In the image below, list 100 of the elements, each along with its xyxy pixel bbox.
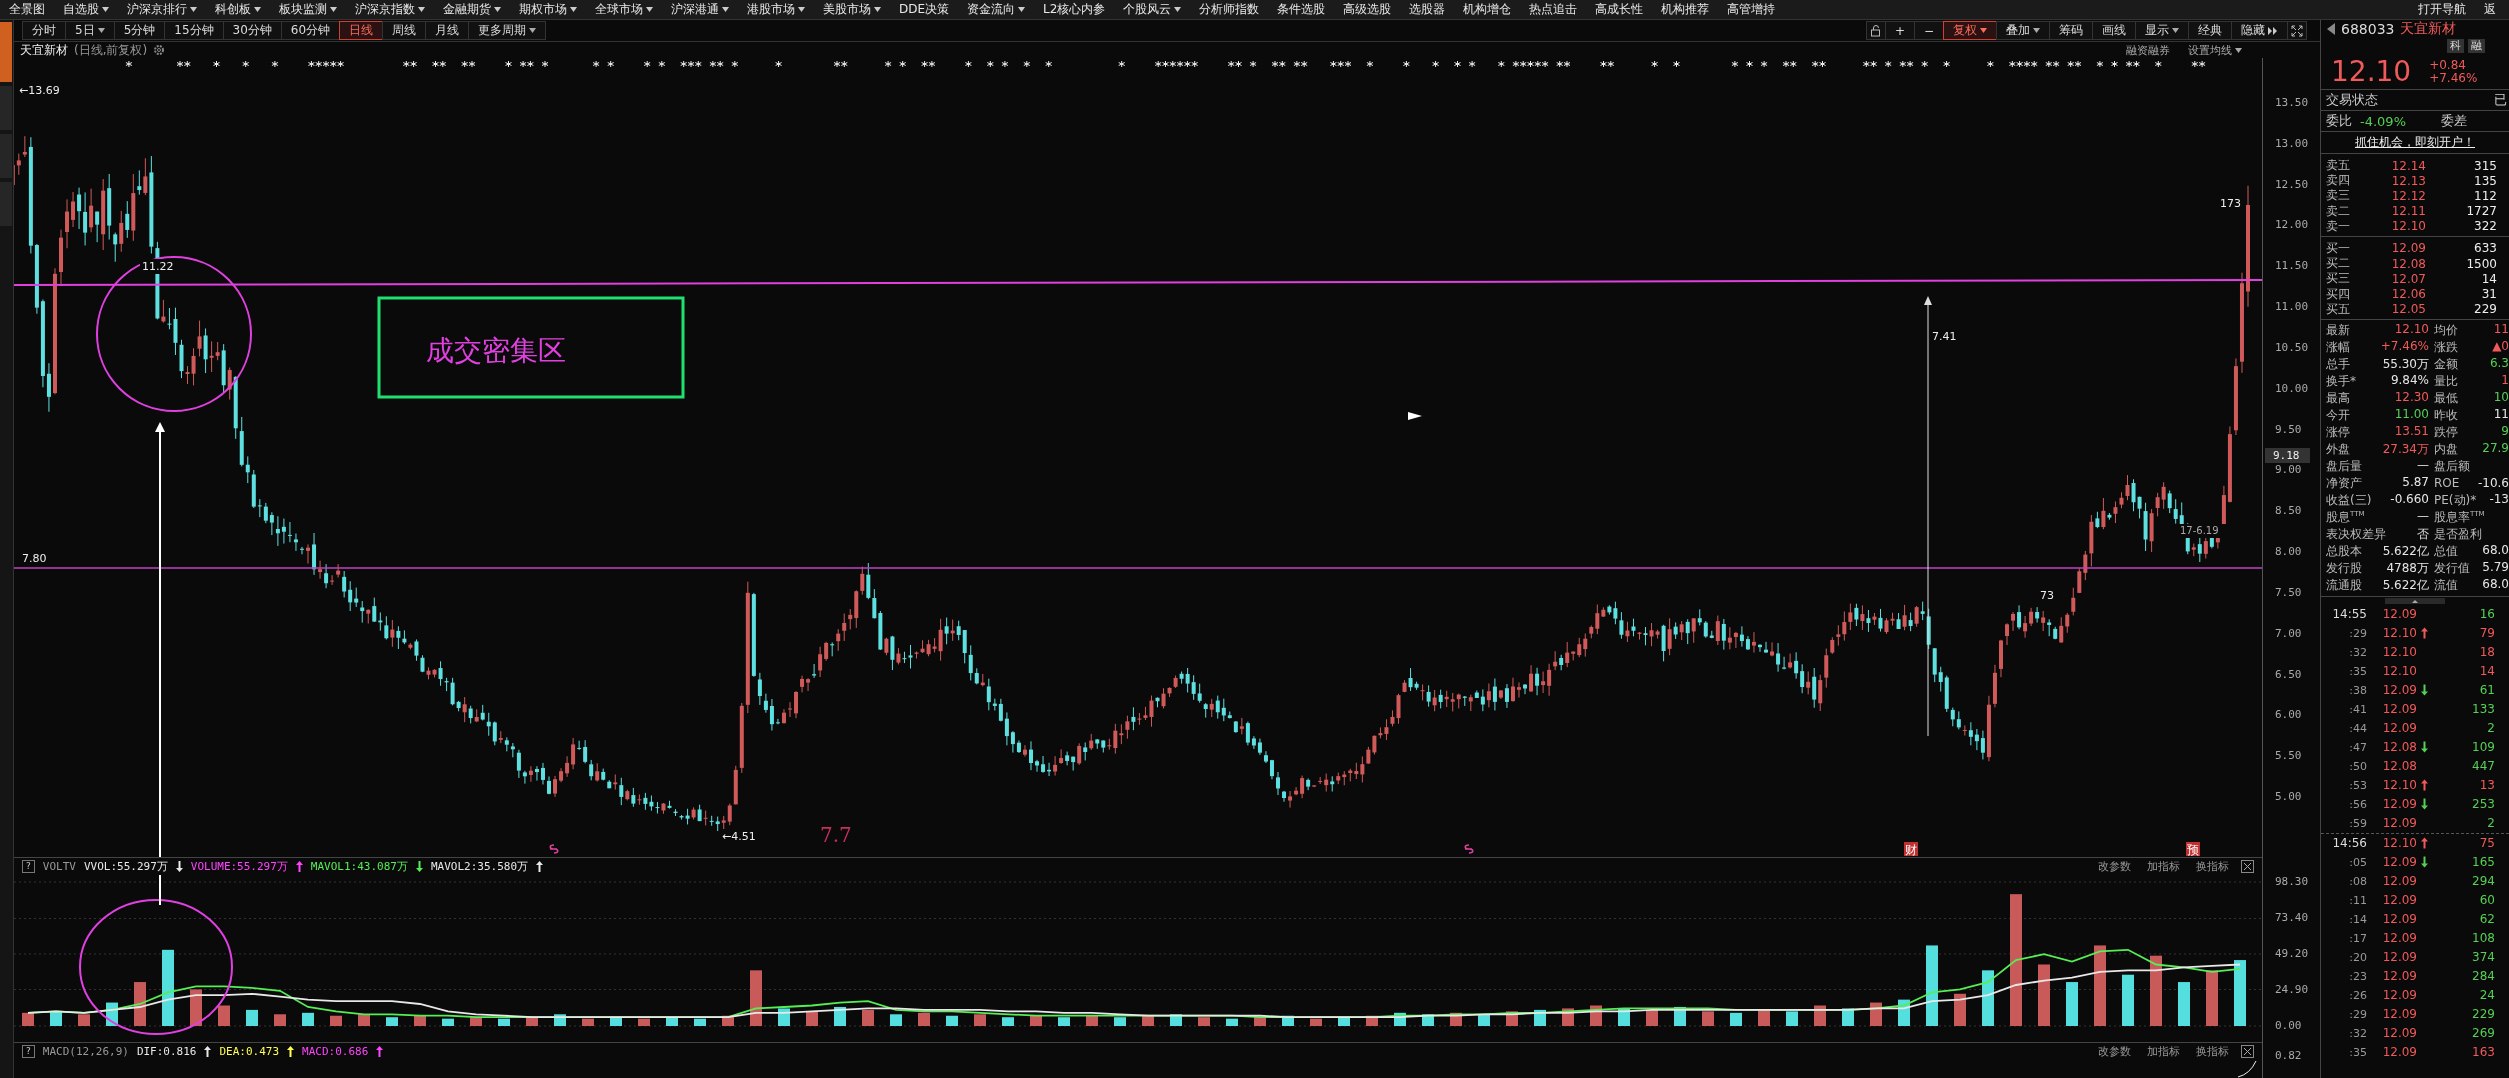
indicator-action[interactable]: 换指标 (2192, 1044, 2233, 1059)
menu-item[interactable]: DDE决策 (890, 0, 959, 19)
collapse-handle[interactable] (2385, 597, 2445, 604)
order-label: 卖一 (2326, 217, 2351, 235)
menu-item[interactable]: 高成长性 (1586, 0, 1653, 19)
tick-volume: 294 (2471, 874, 2495, 889)
menu-item[interactable]: 条件选股 (1268, 0, 1335, 19)
toolbar-button[interactable]: 画线 (2092, 21, 2136, 40)
period-tab[interactable]: 月线 (425, 21, 470, 40)
tick-volume: 269 (2471, 1026, 2495, 1041)
axis-label: 24.90 (2275, 982, 2309, 996)
stat-label: 总手 (2326, 355, 2350, 373)
menu-item[interactable]: 分析师指数 (1190, 0, 1269, 19)
menu-item[interactable]: 沪深京排行 (118, 0, 206, 19)
order-price: 12.08 (2390, 256, 2426, 271)
stat-label: 涨跌 (2434, 338, 2458, 356)
menu-item[interactable]: 港股市场 (738, 0, 814, 19)
menu-item[interactable]: 个股风云 (1114, 0, 1191, 19)
order-price: 12.12 (2390, 188, 2426, 203)
menu-item[interactable]: 科创板 (206, 0, 270, 19)
chart-link[interactable]: 融资融券 (2120, 42, 2176, 58)
tick-time: :05 (2348, 855, 2367, 869)
tick-volume: 109 (2471, 740, 2495, 755)
toolbar-button[interactable]: 筹码 (2049, 21, 2093, 40)
menu-item[interactable]: 选股器 (1400, 0, 1455, 19)
menu-item[interactable]: 机构推荐 (1652, 0, 1719, 19)
tick-price: 12.09 (2381, 607, 2417, 622)
toolbar-button[interactable]: + (1884, 21, 1915, 40)
menu-item[interactable]: 板块监测 (270, 0, 346, 19)
price-label: 7.7 (820, 823, 852, 847)
tick-price: 12.10 (2381, 778, 2417, 793)
menu-item[interactable]: L2核心内参 (1034, 0, 1115, 19)
period-tab[interactable]: 周线 (382, 21, 427, 40)
menu-item[interactable]: 返 (2475, 0, 2505, 19)
settings-icon[interactable] (153, 44, 166, 56)
tick-volume: 165 (2471, 855, 2495, 870)
period-tab[interactable]: 15分钟 (164, 21, 224, 40)
help-button[interactable]: ? (22, 1045, 35, 1058)
menu-item[interactable]: 高管增持 (1718, 0, 1785, 19)
stat-label: 今开 (2326, 406, 2350, 424)
period-tab[interactable]: 5日 (65, 21, 115, 40)
menu-item[interactable]: 自选股 (54, 0, 118, 19)
order-label: 买四 (2326, 285, 2351, 303)
tick-volume: 60 (2478, 893, 2495, 908)
period-tab[interactable]: 30分钟 (222, 21, 282, 40)
menu-item[interactable]: 全球市场 (586, 0, 662, 19)
order-price: 12.13 (2390, 173, 2426, 188)
stat-label: ROE (2434, 476, 2460, 491)
menu-item[interactable]: 资金流向 (958, 0, 1035, 19)
stat-value: 11 (2493, 321, 2509, 338)
stat-label: 流值 (2434, 576, 2458, 594)
period-tab[interactable]: 更多周期 (468, 21, 547, 40)
period-tab[interactable]: 60分钟 (280, 21, 341, 40)
toolbar-button[interactable]: 显示 (2135, 21, 2189, 40)
axis-label: 11.00 (2275, 300, 2309, 314)
menu-item[interactable]: 全景图 (0, 0, 54, 19)
menu-item[interactable]: 期权市场 (510, 0, 586, 19)
caret-icon (418, 7, 425, 12)
close-button[interactable] (2241, 860, 2254, 873)
period-tab[interactable]: 分时 (22, 21, 66, 40)
info-label: 委差 (2441, 112, 2467, 130)
period-tab[interactable]: 日线 (339, 21, 384, 40)
menu-item[interactable]: 机构增仓 (1454, 0, 1521, 19)
indicator-action[interactable]: 改参数 (2094, 859, 2135, 874)
chart-link[interactable]: 设置均线 (2182, 42, 2248, 58)
close-button[interactable] (2241, 1045, 2254, 1058)
back-button[interactable] (2327, 23, 2335, 35)
toolbar-button[interactable]: 隐藏 (2231, 21, 2288, 40)
menu-item[interactable]: 美股市场 (814, 0, 890, 19)
indicator-action[interactable]: 换指标 (2192, 859, 2233, 874)
tick-price: 12.09 (2381, 874, 2417, 889)
tick-volume: 24 (2478, 988, 2495, 1003)
indicator-action[interactable]: 加指标 (2143, 1044, 2184, 1059)
menu-item[interactable]: 打开导航 (2409, 0, 2475, 19)
menu-item[interactable]: 沪深京指数 (346, 0, 434, 19)
stat-label: 最高 (2326, 389, 2350, 407)
price-label: 7.80 (20, 551, 53, 566)
price-label: 73 (2038, 588, 2057, 603)
toolbar-button[interactable]: 经典 (2188, 21, 2232, 40)
axis-label: 98.30 (2275, 875, 2309, 888)
stock-tag: 融 (2468, 39, 2485, 53)
menu-item[interactable]: 热点追击 (1520, 0, 1587, 19)
indicator-action[interactable]: 加指标 (2143, 859, 2184, 874)
period-tab[interactable]: 5分钟 (113, 21, 166, 40)
lock-button[interactable] (1865, 21, 1886, 40)
menu-item[interactable]: 沪深港通 (662, 0, 738, 19)
order-label: 卖五 (2326, 157, 2351, 174)
tick-volume: 79 (2478, 626, 2495, 641)
toolbar-button[interactable]: 复权 (1943, 21, 1997, 40)
stat-label: 最新 (2326, 321, 2350, 339)
stat-label: 量比 (2434, 372, 2458, 390)
menu-item[interactable]: 高级选股 (1334, 0, 1401, 19)
stat-value: 55.30万 (2382, 355, 2429, 373)
indicator-action[interactable]: 改参数 (2094, 1044, 2135, 1059)
fullscreen-button[interactable] (2287, 21, 2307, 40)
promo-link[interactable]: 抓住机会，即刻开户！ (2321, 132, 2509, 154)
tick-price: 12.09 (2381, 683, 2417, 698)
menu-item[interactable]: 金融期货 (434, 0, 510, 19)
toolbar-button[interactable]: 叠加 (1996, 21, 2050, 40)
help-button[interactable]: ? (22, 860, 35, 873)
